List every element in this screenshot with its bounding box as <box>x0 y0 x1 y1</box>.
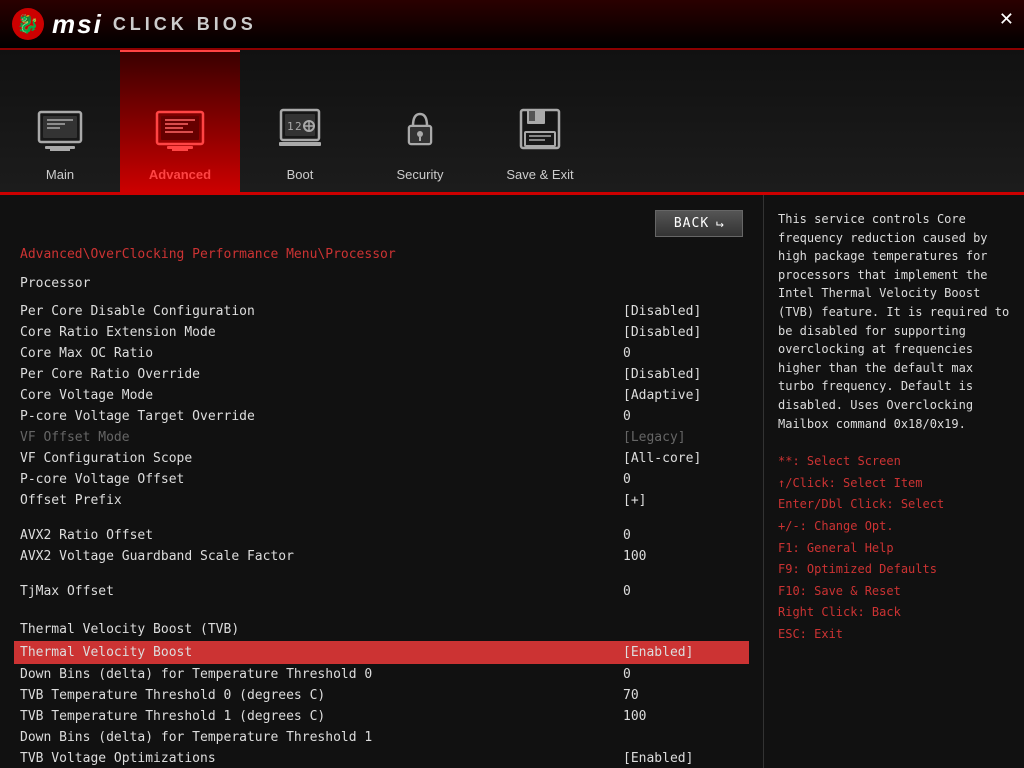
msi-dragon-icon: 🐉 <box>10 6 46 42</box>
advanced-icon <box>150 99 210 159</box>
settings-list-2: AVX2 Ratio Offset 0 AVX2 Voltage Guardba… <box>20 525 743 567</box>
left-panel: BACK ↵ Advanced\OverClocking Performance… <box>0 195 764 768</box>
settings-list-3: TjMax Offset 0 <box>20 581 743 602</box>
tab-main[interactable]: Main <box>0 50 120 192</box>
msi-logo-text: msi <box>52 9 103 40</box>
tab-main-label: Main <box>46 167 74 182</box>
list-item[interactable]: P-core Voltage Target Override 0 <box>20 406 743 427</box>
list-item: VF Offset Mode [Legacy] <box>20 427 743 448</box>
list-item[interactable]: Down Bins (delta) for Temperature Thresh… <box>20 664 743 685</box>
svg-text:1: 1 <box>287 120 294 133</box>
list-item[interactable]: Offset Prefix [+] <box>20 490 743 511</box>
back-arrow-icon: ↵ <box>715 216 724 231</box>
list-item[interactable]: Per Core Disable Configuration [Disabled… <box>20 301 743 322</box>
svg-text:2: 2 <box>295 120 302 133</box>
list-item[interactable]: Down Bins (delta) for Temperature Thresh… <box>20 727 743 748</box>
main-icon <box>30 99 90 159</box>
list-item[interactable]: TVB Temperature Threshold 0 (degrees C) … <box>20 685 743 706</box>
tab-boot[interactable]: 1 2 Boot <box>240 50 360 192</box>
list-item[interactable]: TVB Voltage Optimizations [Enabled] <box>20 748 743 768</box>
settings-list: Per Core Disable Configuration [Disabled… <box>20 301 743 511</box>
boot-icon: 1 2 <box>270 99 330 159</box>
back-btn-row: BACK ↵ <box>20 210 743 237</box>
back-button[interactable]: BACK ↵ <box>655 210 743 237</box>
list-item[interactable]: VF Configuration Scope [All-core] <box>20 448 743 469</box>
tab-advanced[interactable]: Advanced <box>120 50 240 192</box>
tab-boot-label: Boot <box>287 167 314 182</box>
keybind-row: **: Select Screen <box>778 451 1010 473</box>
list-item[interactable]: AVX2 Voltage Guardband Scale Factor 100 <box>20 546 743 567</box>
tab-advanced-label: Advanced <box>149 167 211 182</box>
nav-bar: Main Advanced 1 2 <box>0 50 1024 195</box>
svg-text:🐉: 🐉 <box>17 13 39 35</box>
list-item[interactable]: Core Max OC Ratio 0 <box>20 343 743 364</box>
tab-security[interactable]: Security <box>360 50 480 192</box>
list-item[interactable]: Core Ratio Extension Mode [Disabled] <box>20 322 743 343</box>
close-button[interactable]: ✕ <box>999 10 1014 28</box>
back-label: BACK <box>674 216 709 231</box>
help-text: This service controls Core frequency red… <box>778 210 1010 433</box>
keybind-row: Right Click: Back <box>778 602 1010 624</box>
list-item[interactable]: AVX2 Ratio Offset 0 <box>20 525 743 546</box>
keybind-row: ↑/Click: Select Item <box>778 473 1010 495</box>
click-bios-text: CLICK BIOS <box>113 14 257 35</box>
list-item[interactable]: Thermal Velocity Boost [Enabled] <box>14 641 749 664</box>
tvb-settings-list: Thermal Velocity Boost [Enabled] Down Bi… <box>20 641 743 768</box>
breadcrumb: Advanced\OverClocking Performance Menu\P… <box>20 247 743 262</box>
save-exit-icon <box>510 99 570 159</box>
list-item[interactable]: Per Core Ratio Override [Disabled] <box>20 364 743 385</box>
keybind-row: Enter/Dbl Click: Select <box>778 494 1010 516</box>
keybind-row: F10: Save & Reset <box>778 581 1010 603</box>
right-panel: This service controls Core frequency red… <box>764 195 1024 768</box>
keybind-row: ESC: Exit <box>778 624 1010 646</box>
tab-save-exit-label: Save & Exit <box>506 167 573 182</box>
tab-security-label: Security <box>397 167 444 182</box>
section-title: Processor <box>20 276 743 291</box>
keybind-row: F1: General Help <box>778 538 1010 560</box>
header: 🐉 msi CLICK BIOS ✕ <box>0 0 1024 50</box>
list-item[interactable]: TjMax Offset 0 <box>20 581 743 602</box>
list-item[interactable]: P-core Voltage Offset 0 <box>20 469 743 490</box>
keybind-row: F9: Optimized Defaults <box>778 559 1010 581</box>
security-icon <box>390 99 450 159</box>
main-content: BACK ↵ Advanced\OverClocking Performance… <box>0 195 1024 768</box>
tab-save-exit[interactable]: Save & Exit <box>480 50 600 192</box>
keybind-row: +/-: Change Opt. <box>778 516 1010 538</box>
keybind-section: **: Select Screen ↑/Click: Select Item E… <box>778 451 1010 645</box>
list-item[interactable]: Core Voltage Mode [Adaptive] <box>20 385 743 406</box>
list-item[interactable]: TVB Temperature Threshold 1 (degrees C) … <box>20 706 743 727</box>
logo: 🐉 msi CLICK BIOS <box>10 6 257 42</box>
tvb-section-title: Thermal Velocity Boost (TVB) <box>20 622 743 637</box>
